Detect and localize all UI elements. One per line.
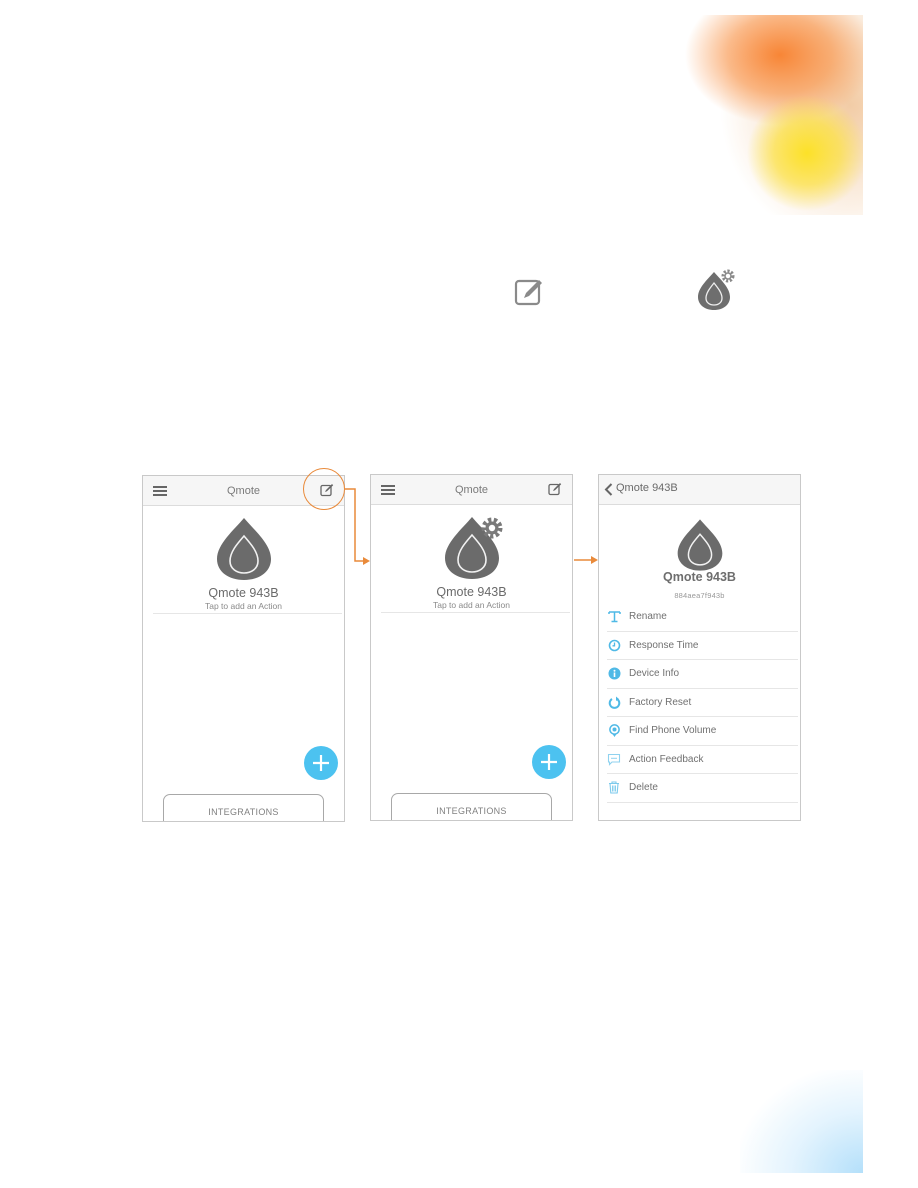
- trash-icon: [609, 781, 619, 794]
- arrow-screen1-to-screen2: [345, 488, 370, 565]
- menu-item-label: Delete: [629, 782, 658, 794]
- edit-button-callout: [303, 468, 345, 510]
- nav-bar: Qmote 943B: [599, 475, 800, 505]
- menu-item-label: Response Time: [629, 639, 699, 651]
- add-action-button[interactable]: [532, 745, 566, 779]
- qmote-drop-icon: [677, 519, 723, 571]
- location-pin-icon: [608, 723, 620, 737]
- menu-item-label: Find Phone Volume: [629, 725, 717, 737]
- menu-item-factory-reset[interactable]: Factory Reset: [607, 689, 798, 717]
- divider: [153, 613, 342, 614]
- menu-item-label: Rename: [629, 611, 667, 623]
- screen-edit-mode: Qmote Qmote 943B Tap to add an Action IN…: [370, 474, 573, 821]
- nav-title[interactable]: Qmote 943B: [616, 482, 678, 494]
- device-name: Qmote 943B: [208, 586, 279, 600]
- chat-bubble-icon: [607, 753, 621, 766]
- back-chevron-icon[interactable]: [604, 483, 614, 496]
- device-settings-icon: [698, 269, 735, 310]
- arrow-screen2-to-screen3: [574, 556, 598, 564]
- screen-device-settings: Qmote 943B Qmote 943B 884aea7f943b Renam…: [598, 474, 801, 821]
- nav-bar: Qmote: [371, 475, 572, 505]
- settings-menu: Rename Response Time Device Info Factory…: [607, 603, 798, 803]
- reset-icon: [608, 696, 620, 709]
- text-icon: [607, 611, 621, 623]
- menu-item-device-info[interactable]: Device Info: [607, 660, 798, 689]
- orange-decoration: [610, 15, 863, 215]
- integrations-tab[interactable]: INTEGRATIONS: [163, 794, 324, 821]
- device-header[interactable]: Qmote 943B Tap to add an Action: [371, 505, 572, 613]
- nav-title: Qmote: [454, 483, 488, 496]
- menu-item-find-phone-volume[interactable]: Find Phone Volume: [607, 717, 798, 746]
- menu-item-label: Factory Reset: [629, 696, 692, 708]
- nav-title: Qmote: [226, 484, 260, 497]
- hamburger-menu-icon[interactable]: [153, 486, 167, 496]
- blue-decoration: [740, 1070, 863, 1173]
- integrations-tab[interactable]: INTEGRATIONS: [391, 793, 552, 820]
- menu-item-action-feedback[interactable]: Action Feedback: [607, 746, 798, 774]
- device-name: Qmote 943B: [663, 570, 736, 584]
- info-icon: [608, 667, 620, 680]
- menu-item-rename[interactable]: Rename: [607, 603, 798, 632]
- screen-home: Qmote Qmote 943B Tap to add an Action IN…: [142, 475, 345, 822]
- menu-item-label: Device Info: [629, 668, 680, 680]
- device-header[interactable]: Qmote 943B Tap to add an Action: [143, 506, 344, 614]
- add-action-button[interactable]: [304, 746, 338, 780]
- menu-item-label: Action Feedback: [629, 753, 704, 765]
- device-subtitle: Tap to add an Action: [204, 601, 283, 611]
- hamburger-menu-icon[interactable]: [381, 485, 395, 495]
- menu-item-delete[interactable]: Delete: [607, 774, 798, 803]
- device-id: 884aea7f943b: [674, 591, 725, 600]
- qmote-drop-icon[interactable]: [215, 516, 273, 582]
- clock-icon: [608, 639, 620, 652]
- qmote-drop-gear-icon[interactable]: [443, 515, 509, 581]
- yellow-decoration: [745, 95, 863, 220]
- device-subtitle: Tap to add an Action: [432, 600, 511, 610]
- menu-item-response-time[interactable]: Response Time: [607, 632, 798, 660]
- divider: [381, 612, 570, 613]
- edit-icon[interactable]: [548, 482, 562, 496]
- plus-icon: [313, 755, 329, 771]
- edit-icon: [514, 279, 542, 306]
- device-name: Qmote 943B: [436, 585, 507, 599]
- plus-icon: [541, 754, 557, 770]
